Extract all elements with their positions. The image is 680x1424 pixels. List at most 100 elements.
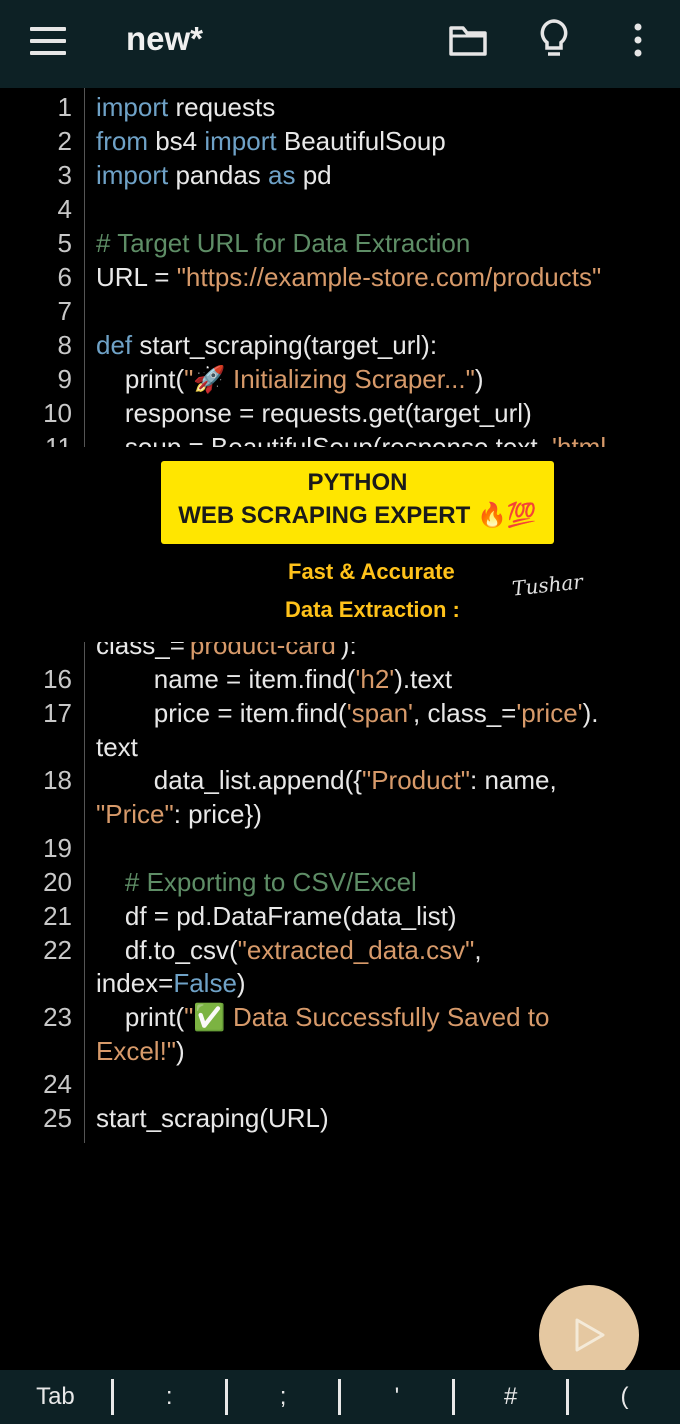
- line-number: 1: [57, 92, 72, 122]
- banner-line-2: WEB SCRAPING EXPERT 🔥💯: [178, 502, 537, 529]
- code-token: ): [236, 968, 246, 998]
- code-text: print("✅ Data Successfully Saved to: [96, 1000, 550, 1034]
- line-number: 19: [43, 833, 72, 863]
- code-text: URL = "https://example-store.com/product…: [96, 260, 601, 294]
- code-token: start_scraping(target_url):: [132, 330, 438, 360]
- code-text: df.to_csv("extracted_data.csv",: [96, 933, 482, 967]
- code-token: as: [268, 160, 296, 190]
- line-number: 23: [43, 1002, 72, 1032]
- line-number: 18: [43, 765, 72, 795]
- code-token: requests: [168, 92, 276, 122]
- code-text: # Target URL for Data Extraction: [96, 226, 470, 260]
- more-vertical-icon[interactable]: [626, 22, 650, 58]
- code-token: import: [96, 92, 169, 122]
- code-token: print(: [96, 364, 185, 394]
- code-token: "✅ Data Successfully Saved to: [184, 1002, 550, 1032]
- code-text: # Exporting to CSV/Excel: [96, 865, 417, 899]
- folder-icon[interactable]: [448, 22, 488, 58]
- line-number: 3: [57, 160, 72, 190]
- code-token: "extracted_data.csv": [237, 935, 475, 965]
- code-token: pd: [295, 160, 332, 190]
- code-text: price = item.find('span', class_='price'…: [96, 696, 599, 730]
- line-number: 17: [43, 698, 72, 728]
- extra-key[interactable]: :: [114, 1370, 225, 1424]
- line-number: 6: [57, 262, 72, 292]
- code-token: URL =: [96, 262, 177, 292]
- code-token: "https://example-store.com/products": [176, 262, 602, 292]
- line-number: 2: [57, 126, 72, 156]
- line-number: 9: [57, 364, 72, 394]
- code-token: price = item.find(: [96, 698, 347, 728]
- code-text: Excel!"): [96, 1034, 185, 1068]
- code-token: response = requests.get(target_url): [96, 398, 532, 428]
- extra-key[interactable]: (: [569, 1370, 680, 1424]
- line-number: 8: [57, 330, 72, 360]
- extra-key[interactable]: #: [455, 1370, 566, 1424]
- line-number: 25: [43, 1103, 72, 1133]
- code-token: import: [204, 126, 277, 156]
- code-text: start_scraping(URL): [96, 1101, 329, 1135]
- code-token: ).: [582, 698, 599, 728]
- promo-overlay: PYTHON WEB SCRAPING EXPERT 🔥💯 Fast & Acc…: [0, 447, 680, 642]
- top-app-bar: new*: [0, 0, 680, 88]
- line-number: 22: [43, 935, 72, 965]
- line-number: 20: [43, 867, 72, 897]
- code-token: # Target URL for Data Extraction: [96, 228, 471, 258]
- code-token: Excel!": [96, 1036, 177, 1066]
- code-token: 'price': [516, 698, 583, 728]
- code-token: name = item.find(: [96, 664, 356, 694]
- code-token: start_scraping(URL): [96, 1103, 329, 1133]
- code-token: : name,: [470, 765, 557, 795]
- lightbulb-icon[interactable]: [536, 18, 572, 62]
- code-text: data_list.append({"Product": name,: [96, 763, 557, 797]
- code-token: data_list.append({: [96, 765, 362, 795]
- line-number: 5: [57, 228, 72, 258]
- extra-key[interactable]: ': [341, 1370, 452, 1424]
- code-token: ): [474, 364, 484, 394]
- code-text: name = item.find('h2').text: [96, 662, 452, 696]
- tagline-1: Fast & Accurate: [288, 559, 455, 584]
- banner-line-1: PYTHON: [307, 469, 408, 496]
- line-number: 4: [57, 194, 72, 224]
- line-number: 7: [57, 296, 72, 326]
- code-token: ): [176, 1036, 185, 1066]
- code-token: "Price": [96, 799, 174, 829]
- code-text: import requests: [96, 90, 275, 124]
- code-token: from: [96, 126, 148, 156]
- code-token: df.to_csv(: [96, 935, 238, 965]
- code-token: print(: [96, 1002, 185, 1032]
- code-token: 'h2': [355, 664, 395, 694]
- extra-key[interactable]: ;: [228, 1370, 339, 1424]
- code-text: print("🚀 Initializing Scraper..."): [96, 362, 484, 396]
- extra-key[interactable]: Tab: [0, 1370, 111, 1424]
- code-token: BeautifulSoup: [276, 126, 446, 156]
- code-editor[interactable]: 1 import requests 2 from bs4 import Beautif…: [0, 88, 680, 1370]
- code-text: from bs4 import BeautifulSoup: [96, 124, 446, 158]
- code-token: ,: [474, 935, 482, 965]
- code-token: bs4: [148, 126, 205, 156]
- code-token: "Product": [361, 765, 471, 795]
- code-token: pandas: [168, 160, 268, 190]
- code-text: text: [96, 730, 138, 764]
- code-token: # Exporting to CSV/Excel: [96, 867, 417, 897]
- menu-icon[interactable]: [30, 27, 66, 55]
- code-token: False: [173, 968, 237, 998]
- play-icon: [575, 1318, 605, 1352]
- code-token: 'span': [346, 698, 414, 728]
- line-number: 24: [43, 1069, 72, 1099]
- extra-keys-bar: Tab:; ' #(: [0, 1370, 680, 1424]
- tagline-2: Data Extraction :: [285, 597, 460, 622]
- code-token: , class_=: [413, 698, 517, 728]
- code-text: index=False): [96, 966, 246, 1000]
- line-number: 16: [43, 664, 72, 694]
- code-token: text: [96, 732, 138, 762]
- code-token: ).text: [394, 664, 453, 694]
- code-text: df = pd.DataFrame(data_list): [96, 899, 457, 933]
- code-token: import: [96, 160, 169, 190]
- line-number: 10: [43, 398, 72, 428]
- signature: Tushar: [510, 569, 584, 601]
- code-text: "Price": price}): [96, 797, 262, 831]
- code-text: def start_scraping(target_url):: [96, 328, 437, 362]
- code-text: import pandas as pd: [96, 158, 332, 192]
- promo-banner: PYTHON WEB SCRAPING EXPERT 🔥💯: [161, 461, 554, 544]
